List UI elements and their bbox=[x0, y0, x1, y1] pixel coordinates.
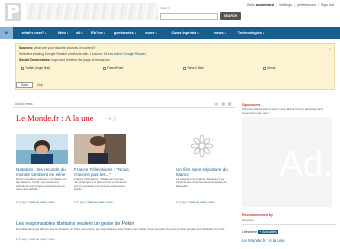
ad-placeholder[interactable]: Ad. bbox=[242, 117, 334, 207]
article-thumbnail[interactable] bbox=[16, 134, 68, 164]
sidebar: Sponsors Visit the official site to lear… bbox=[240, 101, 340, 249]
checkbox-icon[interactable] bbox=[263, 66, 266, 70]
lead-article-meta[interactable]: 1 hr ago | mark as read | more bbox=[16, 237, 55, 241]
header: Search SEARCH Hello asommard | Settings … bbox=[0, 0, 340, 27]
recommended-heading: Recommended by bbox=[242, 213, 273, 217]
sponsors-text: Visit the official site to learn more ab… bbox=[242, 107, 323, 115]
article-summary: Deux nouvelles marques mondiales ont été… bbox=[16, 177, 67, 191]
add-to-news-link[interactable]: Add to news bbox=[15, 102, 33, 106]
tab-more[interactable]: more▾ bbox=[141, 27, 161, 39]
main-nav: fil what's new?▾ Web▾ all▾ Rh?ne▾ geekwo… bbox=[0, 27, 340, 39]
mark-read-link[interactable]: mark as read | more bbox=[87, 200, 113, 204]
connection-yahoo-mail[interactable]: Yahoo! Mail bbox=[183, 66, 204, 70]
setup-notice: × Sources: what are your favorite source… bbox=[15, 43, 335, 90]
person-image-icon bbox=[74, 134, 126, 164]
notice-social: Social Connections: login and retrieve t… bbox=[19, 58, 110, 62]
tab-geekworks[interactable]: geekworks▾ bbox=[109, 27, 141, 39]
feed-title[interactable]: Le Monde.fr : A la une bbox=[16, 113, 93, 123]
feed-panel: Add to news ▤ ▦ ◧ Le Monde.fr : A la une… bbox=[13, 101, 235, 249]
save-button[interactable]: Save bbox=[16, 82, 33, 88]
mark-read-link[interactable]: mark as read | more bbox=[29, 200, 55, 204]
search-label: Search bbox=[160, 6, 170, 10]
signout-link[interactable]: Sign out bbox=[321, 3, 334, 7]
tab-fil[interactable]: fil bbox=[0, 27, 13, 39]
preferences-link[interactable]: preferences bbox=[297, 3, 316, 7]
feed-toolbar: Add to news ▤ ▦ ◧ bbox=[13, 101, 235, 108]
swimmer-image-icon bbox=[16, 134, 68, 164]
recommended-source: Netvibes bbox=[242, 218, 254, 222]
article-thumbnail[interactable] bbox=[74, 134, 126, 164]
user-links: Hello asommard | Settings | preferences … bbox=[246, 3, 334, 7]
checkbox-icon[interactable] bbox=[103, 66, 106, 70]
recommended-feed-link[interactable]: Le Monde.fr : A la une bbox=[242, 238, 285, 243]
article-meta: 1 hr ago | mark as read | more bbox=[176, 200, 215, 204]
add-feed-button[interactable]: + Actualités bbox=[258, 230, 278, 234]
logo-p-icon bbox=[5, 3, 21, 21]
username[interactable]: asommard bbox=[256, 3, 274, 7]
article-summary: La sélection du régime d'Hassan II au Fe… bbox=[176, 177, 227, 188]
checkbox-icon[interactable] bbox=[21, 66, 24, 70]
skip-link[interactable]: Skip bbox=[37, 83, 43, 87]
connection-friendfeed[interactable]: FriendFeed bbox=[103, 66, 123, 70]
tab-rhone[interactable]: Rh?ne▾ bbox=[87, 27, 109, 39]
close-icon[interactable]: × bbox=[329, 46, 331, 51]
greeting: Hello bbox=[246, 3, 255, 7]
mark-read-link[interactable]: mark as read | more bbox=[189, 200, 215, 204]
notice-reader: Selected existing Google Reader shortcut… bbox=[19, 52, 146, 56]
header-banner bbox=[26, 3, 158, 20]
divider bbox=[242, 224, 336, 225]
set-google-reader-link[interactable]: Set as active Google Reader bbox=[104, 52, 146, 56]
article-meta: 1 hr ago | mark as read | more bbox=[74, 200, 113, 204]
flower-image-icon bbox=[176, 134, 228, 164]
notice-sources: Sources: what are your favorite sources … bbox=[19, 46, 96, 50]
article-title[interactable]: France Télévisions : "Nous n'avons pas l… bbox=[74, 167, 130, 177]
view-mode-icons[interactable]: ▤ ▦ ◧ bbox=[214, 101, 233, 106]
connection-twitter[interactable]: Twitter (login first) bbox=[21, 66, 50, 70]
tab-all[interactable]: all▾ bbox=[72, 27, 87, 39]
recommended-item[interactable]: Lifesetech + Actualités bbox=[242, 230, 278, 234]
article-title[interactable]: Natation : les records du monde tombent … bbox=[16, 167, 72, 177]
search-input[interactable] bbox=[160, 13, 218, 20]
tab-whats-new[interactable]: what's new?▾ bbox=[14, 27, 54, 39]
tab-news[interactable]: news▾ bbox=[209, 27, 231, 39]
connection-gmail[interactable]: Gmail bbox=[263, 66, 275, 70]
tab-cows-inprints[interactable]: Cows Inprints▾ bbox=[161, 27, 209, 39]
tab-web[interactable]: Web▾ bbox=[54, 27, 72, 39]
settings-link[interactable]: Settings bbox=[279, 3, 292, 7]
checkbox-icon[interactable] bbox=[183, 66, 186, 70]
feed-options-icon[interactable]: ❖ ◫ bbox=[108, 116, 116, 121]
article-title[interactable]: Un film sans sépulture du Maroc bbox=[176, 167, 232, 177]
lead-article-summary: Du Dalaï-lama qui affirme que la situati… bbox=[16, 227, 227, 231]
tab-technologies[interactable]: Technologies▾ bbox=[231, 27, 271, 39]
article-thumbnail[interactable] bbox=[176, 134, 228, 164]
netvibes-logo[interactable] bbox=[5, 3, 21, 21]
ad-label: Ad. bbox=[279, 143, 334, 184]
search-button[interactable]: SEARCH bbox=[220, 12, 241, 20]
article-summary: France Télévisions, "Palais de Cannes, "… bbox=[74, 177, 128, 191]
article-meta: 1 hr ago | mark as read | more bbox=[16, 200, 55, 204]
